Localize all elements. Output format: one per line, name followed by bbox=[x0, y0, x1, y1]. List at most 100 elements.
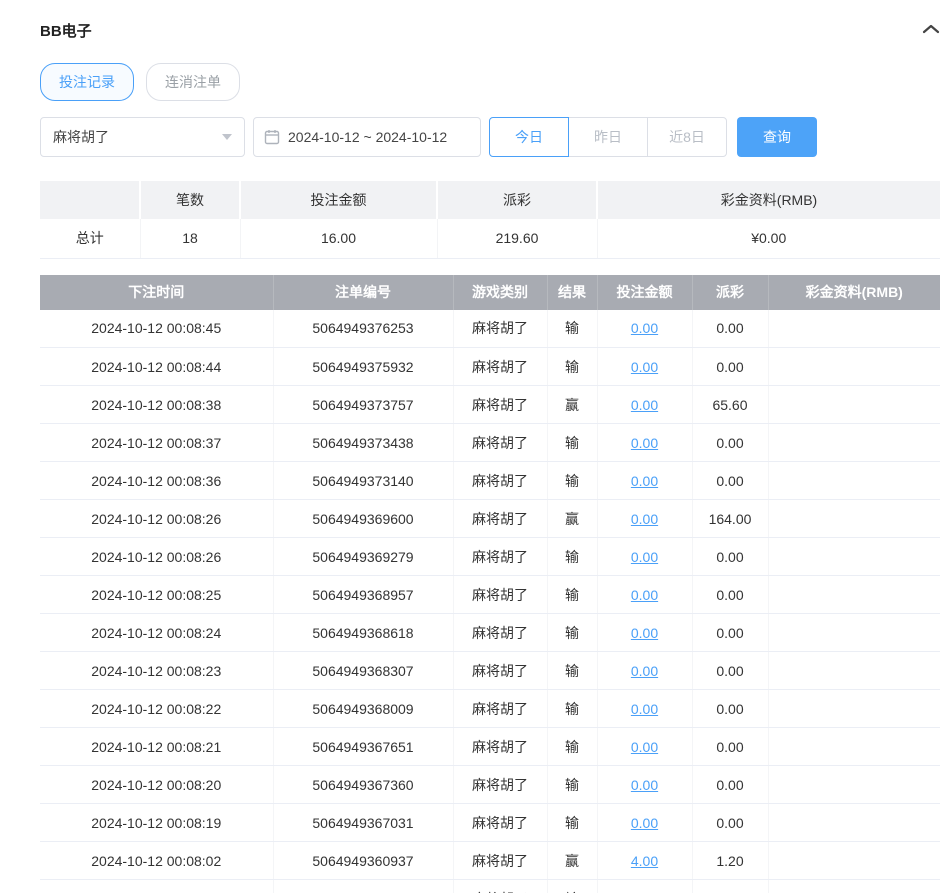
table-cell: 2024-10-12 00:08:24 bbox=[40, 613, 274, 652]
bet-amount-link[interactable]: 0.00 bbox=[631, 549, 658, 565]
table-cell: 5064949373757 bbox=[273, 385, 454, 424]
bet-amount-link[interactable]: 0.00 bbox=[631, 625, 658, 641]
table-cell: 2024-10-12 00:08:37 bbox=[40, 423, 274, 462]
bet-amount-link[interactable]: 0.00 bbox=[631, 777, 658, 793]
table-cell: 2024-10-12 00:08:25 bbox=[40, 575, 274, 614]
collapse-panel-button[interactable] bbox=[922, 22, 940, 40]
table-row: 2024-10-12 00:08:26 5064949369279 麻将胡了输 0.0… bbox=[40, 537, 940, 576]
table-cell bbox=[768, 689, 940, 728]
bet-amount-link[interactable]: 0.00 bbox=[631, 359, 658, 375]
table-cell: 赢 bbox=[547, 499, 598, 538]
table-cell: 麻将胡了 bbox=[453, 575, 548, 614]
table-cell: 0.00 bbox=[692, 461, 769, 500]
bet-amount-link[interactable]: 0.00 bbox=[631, 739, 658, 755]
bet-amount-link[interactable]: 0.00 bbox=[631, 587, 658, 603]
records-header-row: 下注时间 注单编号 游戏类别 结果 投注金额 派彩 彩金资料(RMB) bbox=[40, 274, 940, 310]
table-cell: 麻将胡了 bbox=[453, 499, 548, 538]
table-cell: 输 bbox=[547, 537, 598, 576]
table-cell: 164.00 bbox=[692, 499, 769, 538]
table-cell: 输 bbox=[547, 347, 598, 386]
table-cell: 0.00 bbox=[597, 765, 693, 804]
table-cell: 麻将胡了 bbox=[453, 537, 548, 576]
records-header-cell: 注单编号 bbox=[273, 274, 454, 310]
table-cell: 2024-10-12 00:08:19 bbox=[40, 803, 274, 842]
table-cell: -4.00 bbox=[692, 879, 769, 893]
calendar-icon bbox=[264, 129, 280, 145]
table-cell: 2024-10-12 00:08:44 bbox=[40, 347, 274, 386]
bet-amount-link[interactable]: 0.00 bbox=[631, 815, 658, 831]
table-row: 2024-10-12 00:08:015064949360578麻将胡了输4.0… bbox=[40, 879, 940, 893]
summary-cell: 219.60 bbox=[437, 219, 598, 259]
table-cell: 0.00 bbox=[692, 651, 769, 690]
bet-amount-link[interactable]: 0.00 bbox=[631, 511, 658, 527]
bet-amount-link[interactable]: 4.00 bbox=[631, 853, 658, 869]
table-cell: 0.00 bbox=[597, 613, 693, 652]
table-cell: 0.00 bbox=[692, 613, 769, 652]
table-cell: 2024-10-12 00:08:01 bbox=[40, 879, 274, 893]
table-cell: 5064949369279 bbox=[273, 537, 454, 576]
table-row: 2024-10-12 00:08:37 5064949373438 麻将胡了输 0.0… bbox=[40, 423, 940, 462]
chevron-down-icon bbox=[222, 134, 232, 140]
table-cell: 4.00 bbox=[597, 841, 693, 880]
table-cell bbox=[768, 385, 940, 424]
table-cell: 0.00 bbox=[597, 499, 693, 538]
chevron-up-icon bbox=[922, 22, 940, 40]
today-button[interactable]: 今日 bbox=[489, 117, 569, 157]
table-cell: 2024-10-12 00:08:21 bbox=[40, 727, 274, 766]
summary-table: 笔数 投注金额 派彩 彩金资料(RMB) 总计 18 16.00 219.60 ¥0.00 bbox=[40, 181, 940, 259]
filter-bar: 麻将胡了 2024-10-12 ~ 2024-10-12 今日 昨日 近8日 查… bbox=[40, 117, 940, 157]
table-cell: 0.00 bbox=[597, 575, 693, 614]
bet-amount-link[interactable]: 0.00 bbox=[631, 435, 658, 451]
bet-amount-link[interactable]: 0.00 bbox=[631, 701, 658, 717]
bet-amount-link[interactable]: 0.00 bbox=[631, 397, 658, 413]
records-header-cell: 派彩 bbox=[692, 274, 769, 310]
tab-bet-records[interactable]: 投注记录 bbox=[40, 63, 134, 101]
table-cell: 2024-10-12 00:08:22 bbox=[40, 689, 274, 728]
bet-amount-link[interactable]: 0.00 bbox=[631, 320, 658, 336]
table-row: 2024-10-12 00:08:21 5064949367651 麻将胡了输 0.0… bbox=[40, 727, 940, 766]
summary-header-cell bbox=[40, 181, 141, 219]
table-row: 2024-10-12 00:08:23 5064949368307 麻将胡了输 0.0… bbox=[40, 651, 940, 690]
table-cell: 麻将胡了 bbox=[453, 689, 548, 728]
bet-amount-link[interactable]: 0.00 bbox=[631, 473, 658, 489]
table-cell bbox=[768, 879, 940, 893]
table-cell: 0.00 bbox=[692, 537, 769, 576]
tab-canceled-orders[interactable]: 连消注单 bbox=[146, 63, 240, 101]
date-range-input[interactable]: 2024-10-12 ~ 2024-10-12 bbox=[253, 117, 481, 157]
last-8-days-button[interactable]: 近8日 bbox=[647, 117, 727, 157]
table-cell: 0.00 bbox=[692, 423, 769, 462]
game-type-select-value: 麻将胡了 bbox=[53, 129, 109, 145]
table-cell bbox=[768, 537, 940, 576]
date-range-value: 2024-10-12 ~ 2024-10-12 bbox=[288, 129, 448, 145]
table-cell bbox=[768, 309, 940, 348]
game-type-select[interactable]: 麻将胡了 bbox=[40, 117, 245, 157]
table-cell: 5064949368957 bbox=[273, 575, 454, 614]
table-cell bbox=[768, 613, 940, 652]
table-cell: 5064949369600 bbox=[273, 499, 454, 538]
table-cell: 输 bbox=[547, 879, 598, 893]
records-header-cell: 结果 bbox=[547, 274, 598, 310]
table-row: 2024-10-12 00:08:24 5064949368618 麻将胡了输 0.0… bbox=[40, 613, 940, 652]
table-cell bbox=[768, 461, 940, 500]
query-button[interactable]: 查询 bbox=[737, 117, 817, 157]
table-cell: 输 bbox=[547, 309, 598, 348]
records-header-cell: 下注时间 bbox=[40, 274, 274, 310]
summary-header-cell: 笔数 bbox=[140, 181, 241, 219]
table-row: 2024-10-12 00:08:26 5064949369600 麻将胡了赢 0.0… bbox=[40, 499, 940, 538]
records-header-cell: 彩金资料(RMB) bbox=[768, 274, 940, 310]
table-cell bbox=[768, 727, 940, 766]
table-cell bbox=[768, 499, 940, 538]
yesterday-button[interactable]: 昨日 bbox=[568, 117, 648, 157]
table-cell: 0.00 bbox=[597, 537, 693, 576]
records-header-cell: 投注金额 bbox=[597, 274, 693, 310]
table-cell: 麻将胡了 bbox=[453, 765, 548, 804]
card-header: BB电子 bbox=[40, 0, 940, 41]
table-cell: 麻将胡了 bbox=[453, 347, 548, 386]
summary-header-cell: 彩金资料(RMB) bbox=[597, 181, 940, 219]
bet-amount-link[interactable]: 0.00 bbox=[631, 663, 658, 679]
table-cell: 麻将胡了 bbox=[453, 651, 548, 690]
table-cell: 1.20 bbox=[692, 841, 769, 880]
table-cell bbox=[768, 651, 940, 690]
table-cell: 麻将胡了 bbox=[453, 385, 548, 424]
table-cell: 2024-10-12 00:08:36 bbox=[40, 461, 274, 500]
